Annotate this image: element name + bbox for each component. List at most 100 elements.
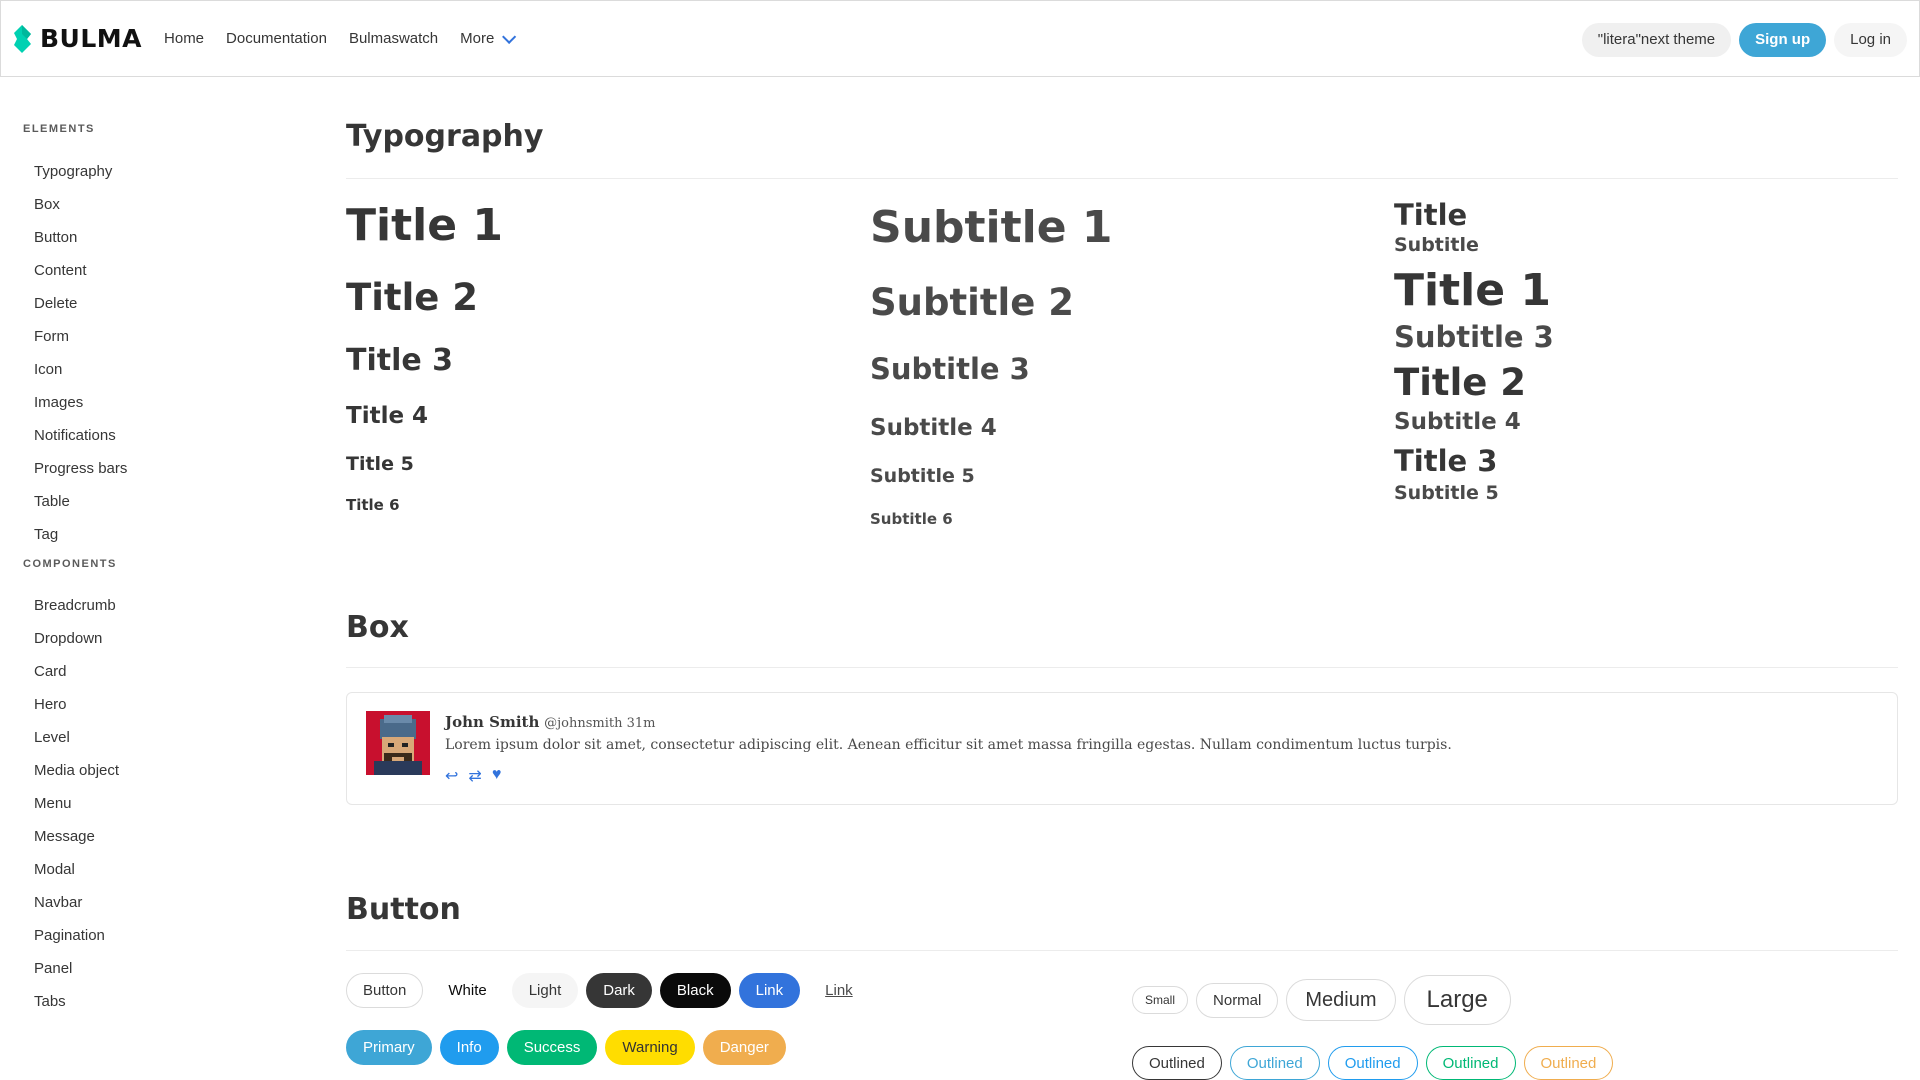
menu-label-components: COMPONENTS [23, 558, 117, 570]
avatar-image-icon [366, 711, 430, 775]
sidebar-item-dropdown[interactable]: Dropdown [34, 622, 119, 655]
button-primary[interactable]: Primary [346, 1030, 432, 1065]
menu-label-elements: ELEMENTS [23, 123, 95, 135]
sidebar-item-tabs[interactable]: Tabs [34, 985, 119, 1018]
sidebar-item-button[interactable]: Button [34, 221, 127, 254]
titles-column: Title 1 Title 2 Title 3 Title 4 Title 5 … [346, 197, 503, 515]
sidebar-item-modal[interactable]: Modal [34, 853, 119, 886]
author-name: John Smith [445, 713, 540, 731]
subtitle-4: Subtitle 4 [870, 415, 997, 441]
sidebar-item-progress-bars[interactable]: Progress bars [34, 452, 127, 485]
menu-list-components: Breadcrumb Dropdown Card Hero Level Medi… [34, 589, 119, 1018]
sidebar-item-pagination[interactable]: Pagination [34, 919, 119, 952]
button-heading: Button [346, 892, 461, 927]
subtitle-1: Subtitle 1 [870, 202, 1113, 253]
button-outlined-warning[interactable]: Outlined [1523, 1046, 1614, 1080]
button-link[interactable]: Link [738, 973, 801, 1008]
sidebar-item-icon[interactable]: Icon [34, 353, 127, 386]
divider [346, 667, 1898, 668]
retweet-icon[interactable]: ⇄ [468, 766, 481, 786]
button-text-link[interactable]: Link [808, 973, 870, 1008]
sidebar-item-form[interactable]: Form [34, 320, 127, 353]
subtitle-5: Subtitle 5 [870, 465, 975, 487]
menu-list-elements: Typography Box Button Content Delete For… [34, 155, 127, 551]
button-warning[interactable]: Warning [605, 1030, 695, 1065]
pair-subtitle-5: Subtitle 5 [1394, 482, 1499, 504]
signup-button[interactable]: Sign up [1739, 22, 1827, 57]
heart-icon[interactable]: ♥ [492, 766, 502, 786]
nav-more-label: More [460, 30, 495, 47]
divider [346, 950, 1898, 951]
button-default[interactable]: Button [346, 973, 424, 1008]
sidebar-item-message[interactable]: Message [34, 820, 119, 853]
brand-text: BULMA [40, 24, 143, 53]
sidebar-item-content[interactable]: Content [34, 254, 127, 287]
button-light[interactable]: Light [511, 973, 579, 1008]
button-medium[interactable]: Medium [1286, 979, 1396, 1021]
button-outlined-primary[interactable]: Outlined [1229, 1046, 1320, 1080]
button-white[interactable]: White [431, 973, 504, 1008]
chevron-down-icon [502, 29, 517, 44]
navbar: BULMA Home Documentation Bulmaswatch Mor… [0, 0, 1920, 77]
title-6: Title 6 [346, 496, 400, 514]
pair-subtitle-3: Subtitle 3 [1394, 320, 1554, 354]
button-success[interactable]: Success [506, 1030, 598, 1065]
title-3: Title 3 [346, 343, 454, 378]
typography-heading: Typography [346, 119, 544, 154]
title-5: Title 5 [346, 453, 414, 475]
bulma-logo-icon [14, 24, 31, 53]
nav-bulmaswatch[interactable]: Bulmaswatch [349, 1, 438, 76]
nav-home[interactable]: Home [164, 1, 204, 76]
login-button[interactable]: Log in [1834, 22, 1907, 57]
sidebar-item-notifications[interactable]: Notifications [34, 419, 127, 452]
button-outlined-success[interactable]: Outlined [1425, 1046, 1516, 1080]
sidebar-item-tag[interactable]: Tag [34, 518, 127, 551]
pair-title-3: Title 3 [1394, 444, 1498, 478]
sidebar-item-box[interactable]: Box [34, 188, 127, 221]
title-2: Title 2 [346, 276, 479, 319]
sidebar-item-table[interactable]: Table [34, 485, 127, 518]
button-row-colors: Button White Light Dark Black Link Link [346, 973, 878, 1008]
button-black[interactable]: Black [659, 973, 731, 1008]
brand[interactable]: BULMA [13, 1, 142, 76]
button-info[interactable]: Info [439, 1030, 499, 1065]
divider [346, 178, 1898, 179]
sidebar-item-panel[interactable]: Panel [34, 952, 119, 985]
button-small[interactable]: Small [1132, 986, 1189, 1014]
button-large[interactable]: Large [1403, 975, 1511, 1025]
subtitle-3: Subtitle 3 [870, 352, 1030, 386]
theme-button[interactable]: "litera"next theme [1581, 22, 1732, 57]
box-heading: Box [346, 610, 409, 645]
button-row-outlined: Outlined Outlined Outlined Outlined Outl… [1132, 1046, 1621, 1080]
sidebar-item-level[interactable]: Level [34, 721, 119, 754]
pair-subtitle: Subtitle [1394, 234, 1479, 256]
sidebar-item-menu[interactable]: Menu [34, 787, 119, 820]
nav-documentation[interactable]: Documentation [226, 1, 327, 76]
button-outlined-default[interactable]: Outlined [1132, 1046, 1222, 1080]
button-row-states: Primary Info Success Warning Danger [346, 1030, 794, 1065]
tweet-box: John Smith @johnsmith 31m Lorem ipsum do… [346, 692, 1898, 805]
sidebar-item-images[interactable]: Images [34, 386, 127, 419]
title-subtitle-pairs: Title Subtitle Title 1 Subtitle 3 Title … [1394, 197, 1554, 505]
tweet-actions: ↩ ⇄ ♥ [445, 766, 511, 786]
tweet-text: Lorem ipsum dolor sit amet, consectetur … [445, 737, 1452, 753]
sidebar-item-card[interactable]: Card [34, 655, 119, 688]
button-danger[interactable]: Danger [702, 1030, 786, 1065]
tweet-author: John Smith @johnsmith 31m [445, 713, 656, 731]
reply-icon[interactable]: ↩ [445, 766, 458, 786]
subtitle-6: Subtitle 6 [870, 510, 953, 528]
sidebar-item-media-object[interactable]: Media object [34, 754, 119, 787]
pair-title-2: Title 2 [1394, 361, 1527, 404]
title-4: Title 4 [346, 403, 429, 429]
pair-title-1: Title 1 [1394, 265, 1551, 316]
pair-subtitle-4: Subtitle 4 [1394, 409, 1521, 435]
nav-more[interactable]: More [460, 1, 517, 76]
sidebar-item-navbar[interactable]: Navbar [34, 886, 119, 919]
sidebar-item-hero[interactable]: Hero [34, 688, 119, 721]
button-normal[interactable]: Normal [1196, 982, 1279, 1018]
button-dark[interactable]: Dark [586, 973, 652, 1008]
sidebar-item-delete[interactable]: Delete [34, 287, 127, 320]
button-outlined-info[interactable]: Outlined [1327, 1046, 1418, 1080]
sidebar-item-typography[interactable]: Typography [34, 155, 127, 188]
sidebar-item-breadcrumb[interactable]: Breadcrumb [34, 589, 119, 622]
